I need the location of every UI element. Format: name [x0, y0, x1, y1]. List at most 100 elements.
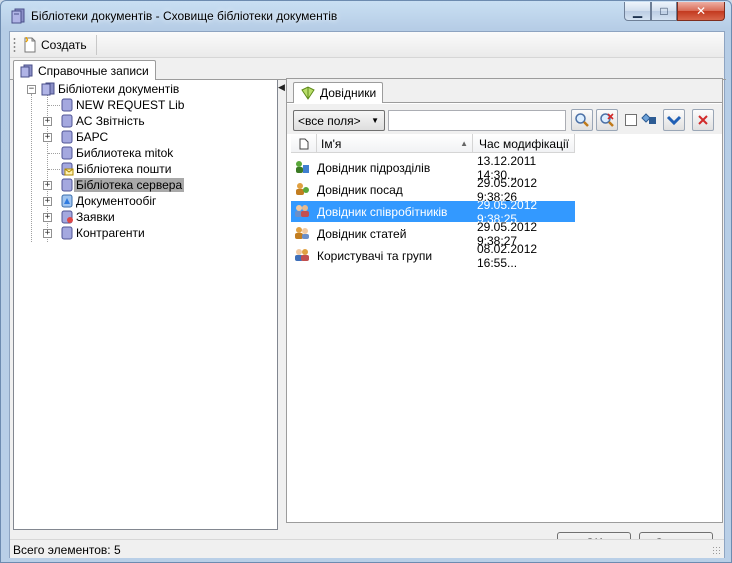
tree-item-label: Контрагенти: [76, 226, 145, 240]
users-groups-icon: [295, 249, 309, 261]
employees-icon: [295, 205, 309, 217]
field-select[interactable]: <все поля> ▼: [293, 110, 385, 131]
mail-library-icon: [61, 162, 74, 176]
document-flow-icon: [61, 194, 73, 208]
library-icon: [11, 8, 25, 24]
tree-item-root[interactable]: Бібліотеки документів: [40, 81, 181, 97]
close-icon: [698, 115, 708, 125]
tab-reference-records[interactable]: Справочные записи: [13, 60, 156, 81]
toolbar-separator: [96, 35, 97, 55]
database-icon: [61, 114, 73, 128]
size-grip[interactable]: [712, 546, 722, 556]
name-column-header[interactable]: Ім'я ▲: [317, 134, 473, 153]
database-icon: [61, 146, 73, 160]
field-select-value: <все поля>: [298, 113, 361, 128]
tree-expand-toggle[interactable]: +: [43, 181, 52, 190]
departments-icon: [296, 161, 309, 173]
create-label: Создать: [41, 37, 87, 52]
icon-column-header[interactable]: [291, 134, 317, 153]
library-tree-pane: − Бібліотеки документів NEW REQUEST Lib …: [13, 80, 278, 530]
tree-expand-toggle[interactable]: +: [43, 213, 52, 222]
search-button[interactable]: [571, 109, 593, 131]
sort-ascending-icon: ▲: [460, 139, 468, 148]
collapse-left-pane-icon[interactable]: ◀: [278, 82, 285, 93]
item-name: Довідник підрозділів: [317, 160, 431, 175]
create-button[interactable]: Создать: [20, 34, 91, 55]
tree-item-label: Библиотека mitok: [76, 146, 174, 160]
tree-item-label: АС Звітність: [76, 114, 145, 128]
search-clear-icon: [600, 113, 614, 127]
tree-item-label: БАРС: [76, 130, 109, 144]
maximize-button[interactable]: □: [651, 2, 677, 21]
tree-expand-toggle[interactable]: +: [43, 197, 52, 206]
articles-icon: [295, 227, 309, 239]
tree-line: [48, 153, 60, 154]
search-icon: [575, 113, 589, 127]
item-name: Довідник співробітників: [317, 204, 448, 219]
search-input[interactable]: [388, 110, 566, 131]
tree-line: [48, 105, 60, 106]
tree-item-server-library[interactable]: Бібліотека сервера: [60, 177, 185, 193]
title-bar[interactable]: Бібліотеки документів - Сховище бібліоте…: [1, 1, 731, 31]
database-icon: [61, 178, 73, 192]
toolbar-grip[interactable]: [13, 37, 16, 53]
status-bar: Всего элементов: 5: [10, 539, 724, 558]
directories-list: Ім'я ▲ Час модифікації Довідник підрозді…: [287, 134, 722, 522]
tree-item-label: NEW REQUEST Lib: [76, 98, 185, 112]
tree-item-mitok[interactable]: Библиотека mitok: [60, 145, 175, 161]
tree-item-document-flow[interactable]: Документообіг: [60, 193, 158, 209]
main-window: Бібліотеки документів - Сховище бібліоте…: [0, 0, 732, 563]
modified-column-header[interactable]: Час модифікації: [473, 134, 575, 153]
list-item[interactable]: Користувачі та групи 08.02.2012 16:55...: [291, 242, 575, 270]
minimize-button[interactable]: ▁: [624, 2, 651, 21]
tree-item-label: Документообіг: [76, 194, 157, 208]
positions-icon: [296, 183, 309, 195]
tree-item-label: Заявки: [76, 210, 115, 224]
new-document-icon: [24, 36, 36, 52]
item-name: Користувачі та групи: [317, 248, 433, 263]
tree-collapse-toggle[interactable]: −: [27, 85, 36, 94]
left-tabstrip: Справочные записи: [10, 58, 726, 81]
tree-item-new-request-lib[interactable]: NEW REQUEST Lib: [60, 97, 186, 113]
library-icon: [20, 64, 33, 78]
column-label: Ім'я: [321, 136, 342, 151]
directory-book-icon: [301, 86, 315, 100]
item-name: Довідник статей: [317, 226, 407, 241]
library-icon: [41, 82, 55, 96]
requests-icon: [61, 210, 73, 224]
tree-item-mail-library[interactable]: Бібліотека пошти: [60, 161, 174, 177]
chevron-down-icon: ▼: [371, 116, 379, 125]
tree-expand-toggle[interactable]: +: [43, 117, 52, 126]
item-modified: 08.02.2012 16:55...: [477, 241, 538, 270]
tree-item-as-zvitnist[interactable]: АС Звітність: [60, 113, 147, 129]
document-icon: [299, 138, 308, 149]
tree-item-bars[interactable]: БАРС: [60, 129, 110, 145]
filter-options-icon[interactable]: [641, 112, 657, 129]
tree-item-label: Бібліотеки документів: [58, 82, 180, 96]
right-tabstrip: Довідники: [287, 79, 722, 103]
tree-line: [31, 94, 32, 242]
tab-directories[interactable]: Довідники: [293, 82, 384, 103]
delete-button[interactable]: [692, 109, 714, 131]
toolbar: Создать: [10, 32, 724, 58]
item-name: Довідник посад: [317, 182, 403, 197]
status-text: Всего элементов: 5: [13, 543, 121, 557]
database-icon: [61, 130, 73, 144]
filter-checkbox[interactable]: [625, 114, 637, 126]
filter-bar: <все поля> ▼: [287, 104, 722, 134]
tree-item-label: Бібліотека пошти: [76, 162, 172, 176]
chevron-down-icon: [666, 115, 682, 126]
tree-item-requests[interactable]: Заявки: [60, 209, 117, 225]
tree-item-label: Бібліотека сервера: [74, 178, 185, 192]
database-icon: [61, 98, 73, 112]
directories-pane: Довідники <все поля> ▼ Ім'я ▲ Час модифі…: [286, 78, 723, 523]
tree-expand-toggle[interactable]: +: [43, 133, 52, 142]
tree-expand-toggle[interactable]: +: [43, 229, 52, 238]
clear-search-button[interactable]: [596, 109, 618, 131]
close-button[interactable]: ✕: [677, 2, 725, 21]
window-title: Бібліотеки документів - Сховище бібліоте…: [31, 9, 338, 23]
expand-options-button[interactable]: [663, 109, 685, 131]
column-label: Час модифікації: [479, 136, 569, 151]
tree-item-counterparties[interactable]: Контрагенти: [60, 225, 147, 241]
tree-line: [48, 169, 60, 170]
